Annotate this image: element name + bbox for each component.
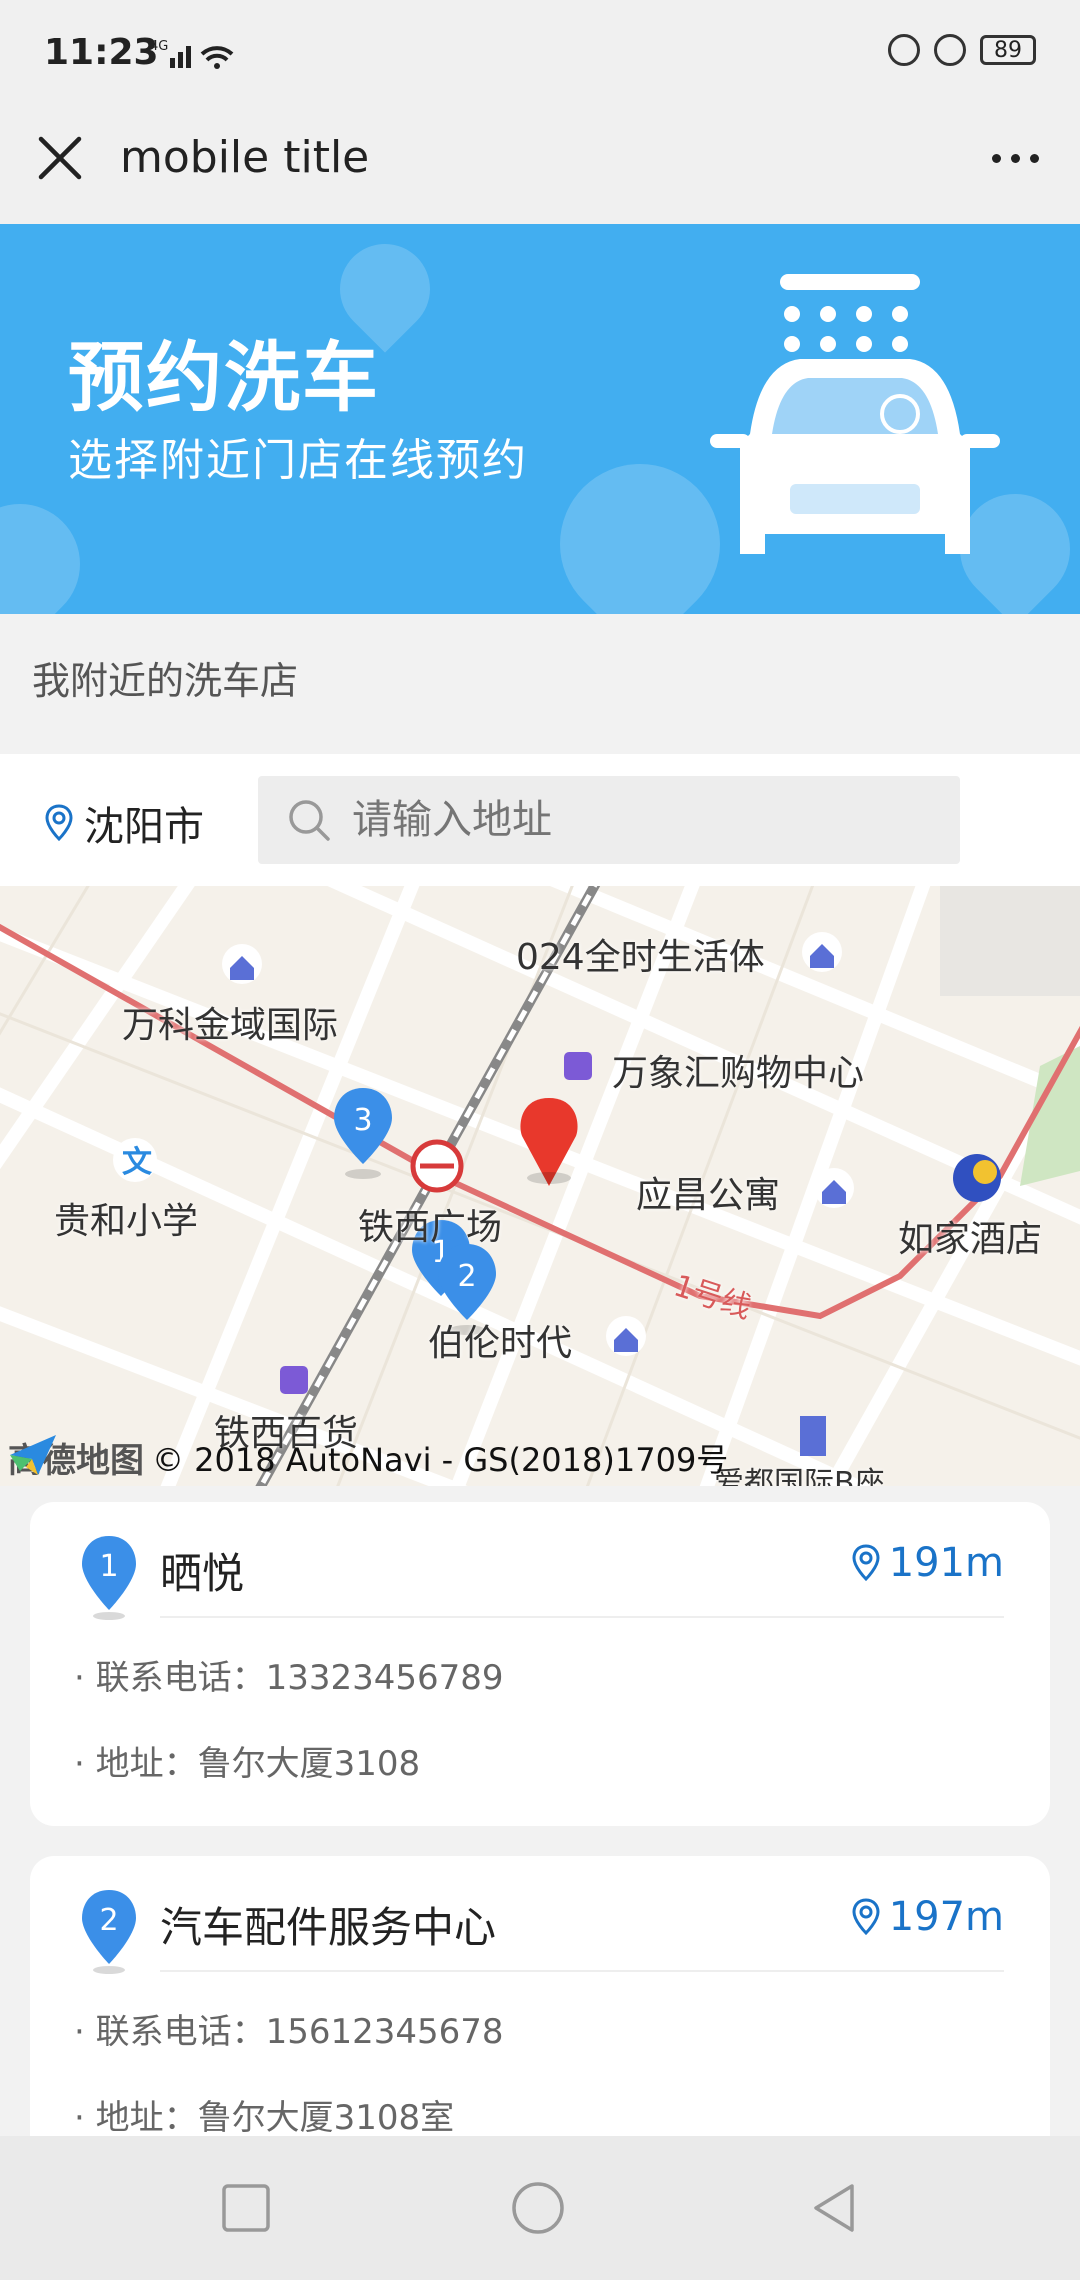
map-label: 万象汇购物中心 [612,1053,865,1094]
map-pin-3[interactable]: 3 [328,1084,398,1184]
location-pin-icon [852,1544,880,1582]
location-pin-icon [852,1898,880,1936]
distance-value: 197m [888,1894,1004,1940]
home-button[interactable] [510,2180,566,2236]
city-selector[interactable]: 沈阳市 [44,794,204,852]
store-card[interactable]: 2 汽车配件服务中心 197m · 联系电话：15612345678 · 地址：… [30,1856,1050,2180]
signal-icon: 4G [150,36,240,74]
status-bar: 11:23 4G 89 [0,0,1080,110]
location-search-bar: 沈阳市 [0,754,1080,886]
recent-apps-button[interactable] [218,2180,274,2236]
page-title: mobile title [120,132,370,183]
system-nav-bar [0,2136,1080,2280]
battery-icon: 89 [980,35,1036,65]
promo-banner: 预约洗车 选择附近门店在线预约 [0,224,1080,614]
store-index: 2 [99,1903,118,1938]
back-button[interactable] [806,2180,862,2236]
more-icon [991,153,1001,163]
close-button[interactable] [30,128,90,188]
map-label: 伯伦时代 [428,1323,573,1364]
nearby-shops-heading: 我附近的洗车店 [32,659,299,703]
map-label: 应昌公寓 [636,1175,781,1216]
map-copyright: © 2018 AutoNavi - GS(2018)1709号 [152,1440,729,1479]
store-distance: 197m [851,1894,1004,1940]
map-label: 万科金域国际 [122,1005,339,1046]
lock-rotation-icon [888,34,920,66]
amap-logo-icon [10,1435,56,1475]
close-icon [38,136,82,180]
car-wash-icon [710,274,1000,554]
store-distance: 191m [851,1540,1004,1586]
city-name: 沈阳市 [84,804,204,850]
address-search-input[interactable] [350,796,914,844]
pin-number: 3 [353,1103,372,1138]
store-index: 1 [99,1549,118,1584]
battery-level: 89 [994,37,1022,63]
distance-value: 191m [888,1540,1004,1586]
store-address: · 地址：鲁尔大厦3108室 [74,2098,455,2138]
divider [160,1970,1004,1972]
more-button[interactable] [980,128,1050,188]
status-time: 11:23 [44,32,159,73]
map-label: 如家酒店 [898,1219,1043,1260]
location-pin-icon [45,804,73,842]
store-pin-icon: 2 [82,1890,136,1974]
divider [160,1616,1004,1618]
map-view[interactable]: 文 3 1 2 万科金域国际 024全时生活体 万象汇购物中心 贵和小学 铁西广… [0,886,1080,1486]
store-phone: · 联系电话：13323456789 [74,1658,504,1698]
store-phone: · 联系电话：15612345678 [74,2012,504,2052]
address-search-box[interactable] [258,776,960,864]
store-name: 汽车配件服务中心 [160,1903,497,1952]
search-icon [289,800,330,841]
svg-text:文: 文 [122,1145,152,1180]
store-name: 晒悦 [160,1549,245,1598]
banner-subtitle: 选择附近门店在线预约 [68,435,528,486]
store-card[interactable]: 1 晒悦 191m · 联系电话：13323456789 · 地址：鲁尔大厦31… [30,1502,1050,1826]
map-label: 贵和小学 [54,1201,199,1242]
alarm-icon [934,34,966,66]
app-header: mobile title [0,110,1080,224]
map-label: 爱都国际B座 [714,1466,885,1486]
store-pin-icon: 1 [82,1536,136,1620]
map-attribution: 高德地图 © 2018 AutoNavi - GS(2018)1709号 [8,1433,728,1482]
pin-number: 2 [457,1259,476,1294]
map-label: 024全时生活体 [516,937,765,978]
store-address: · 地址：鲁尔大厦3108 [74,1744,421,1784]
network-type-label: 4G [150,39,168,54]
map-label: 铁西广场 [358,1207,503,1248]
banner-title: 预约洗车 [68,333,380,422]
